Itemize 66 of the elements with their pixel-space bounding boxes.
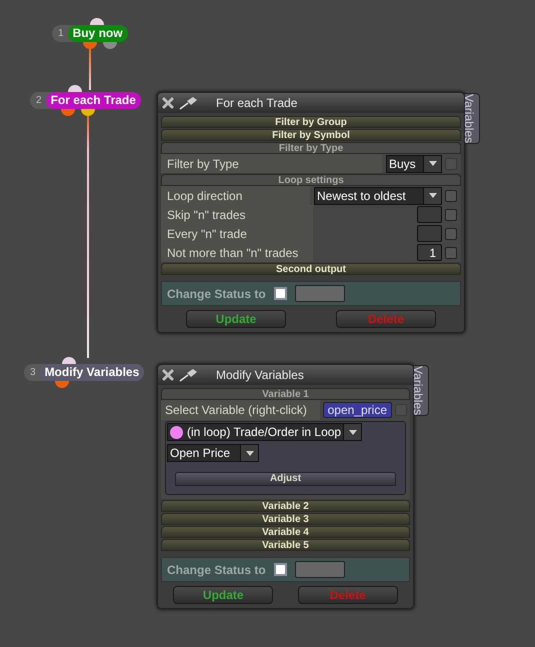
caret-icon (428, 161, 436, 166)
status-label: Change Status to (167, 562, 266, 578)
status-label: Change Status to (167, 286, 266, 302)
section-header[interactable]: Loop settings (161, 174, 461, 186)
output-port[interactable] (83, 42, 97, 49)
checkbox[interactable] (445, 246, 457, 258)
adjust-button[interactable]: Adjust (175, 472, 396, 486)
update-button[interactable]: Update (186, 310, 286, 328)
flow-node[interactable]: 3 Modify Variables (24, 364, 144, 381)
field-label: Skip "n" trades (161, 205, 313, 224)
node-label: For each Trade (46, 92, 141, 109)
node-number: 3 (29, 366, 37, 380)
section-header[interactable]: Filter by Type (161, 142, 461, 154)
section-header[interactable]: Variable 4 (161, 526, 410, 538)
section-header[interactable]: Variable 3 (161, 513, 410, 525)
pin-icon[interactable] (178, 368, 198, 382)
checkbox[interactable] (445, 228, 457, 240)
status-checkbox[interactable] (274, 563, 287, 576)
output-port[interactable] (103, 42, 117, 49)
pin-icon[interactable] (178, 96, 198, 110)
input-port[interactable] (62, 357, 76, 364)
caret-icon (428, 193, 436, 198)
variables-tab[interactable]: Variables (413, 365, 429, 416)
node-number: 2 (35, 94, 43, 108)
output-port[interactable] (55, 381, 69, 388)
dropdown[interactable]: Newest to oldest (314, 186, 442, 204)
number-field[interactable] (417, 206, 442, 223)
field-label: Select Variable (right-click) (161, 400, 320, 420)
status-field[interactable] (294, 561, 345, 578)
field-dropdown[interactable]: Open Price (167, 444, 259, 462)
output-port[interactable] (81, 109, 95, 116)
close-icon[interactable] (162, 97, 174, 109)
number-field[interactable]: 1 (417, 244, 442, 261)
node-label: Modify Variables (40, 364, 144, 381)
section-header[interactable]: Filter by Group (161, 116, 461, 128)
section-header[interactable]: Filter by Symbol (161, 129, 461, 141)
field-label: Loop direction (161, 186, 310, 205)
caret-icon (246, 450, 254, 456)
checkbox[interactable] (445, 208, 457, 220)
checkbox[interactable] (445, 190, 457, 202)
section-header[interactable]: Variable 5 (161, 539, 410, 551)
flow-node[interactable]: 2 For each Trade (30, 92, 141, 109)
variables-tab[interactable]: Variables (464, 93, 480, 144)
status-checkbox[interactable] (274, 287, 287, 300)
field-label: Not more than "n" trades (161, 243, 313, 262)
input-port[interactable] (90, 18, 104, 25)
variable-chip[interactable]: open_price (322, 402, 392, 418)
panel-title: Modify Variables (216, 367, 304, 384)
number-field[interactable] (417, 225, 442, 242)
section-header[interactable]: Variable 1 (161, 388, 410, 400)
connector-line (87, 46, 93, 90)
flow-node[interactable]: 1 Buy now (52, 25, 128, 42)
close-icon[interactable] (162, 369, 174, 381)
source-dropdown[interactable]: (in loop) Trade/Order in Loop (167, 423, 362, 441)
output-port[interactable] (61, 109, 75, 116)
section-header[interactable]: Second output (161, 263, 461, 275)
panel-title: For each Trade (216, 95, 298, 112)
caret-icon (348, 430, 357, 434)
node-label: Buy now (68, 25, 128, 42)
section-header[interactable]: Variable 2 (161, 500, 410, 512)
field-label: Filter by Type (161, 154, 382, 173)
node-number: 1 (57, 27, 65, 41)
field-label: Every "n" trade (161, 224, 313, 243)
update-button[interactable]: Update (173, 586, 274, 604)
input-port[interactable] (68, 85, 82, 92)
status-field[interactable] (294, 285, 345, 302)
